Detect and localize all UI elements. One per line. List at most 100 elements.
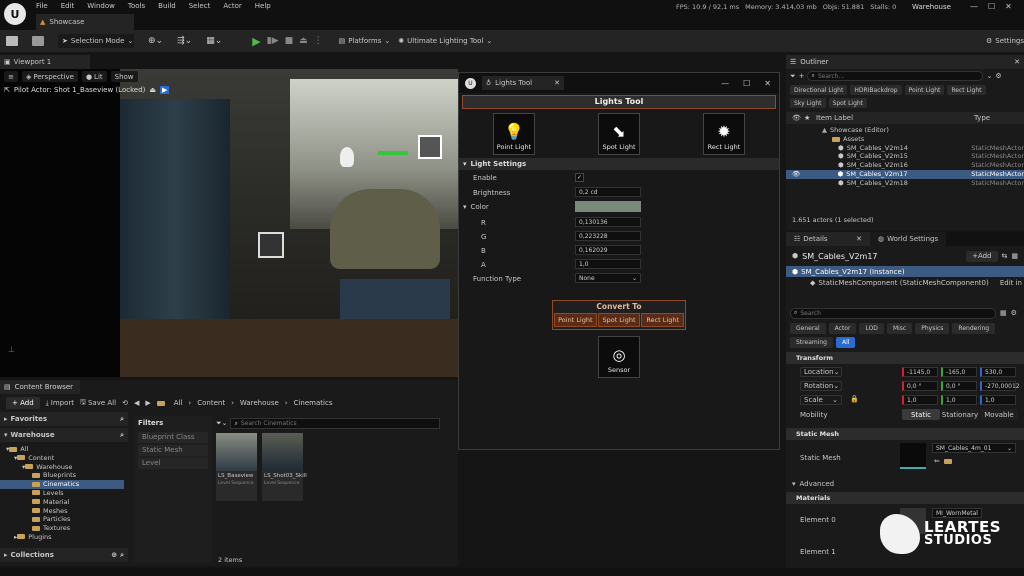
lights-tool-tab[interactable]: ♁ Lights Tool ✕ <box>482 76 564 90</box>
asset-search-input[interactable]: ⌕ Search Cinematics <box>230 418 441 429</box>
add-component-button[interactable]: +Add <box>966 250 998 262</box>
breadcrumb-warehouse[interactable]: Warehouse <box>240 399 279 407</box>
warehouse-header[interactable]: ▾ Warehouse ⌕ <box>0 428 128 442</box>
add-collection-icon[interactable]: ⊕ <box>111 551 117 559</box>
camera-icon[interactable]: ▶ <box>160 86 170 94</box>
lit-button[interactable]: ● Lit <box>81 71 107 82</box>
tab-close-icon[interactable]: ✕ <box>1014 58 1020 66</box>
table-row[interactable]: ⬢ SM_Cables_V2m15 StaticMeshActor <box>786 152 1024 161</box>
rect-light-button[interactable]: ✹ Rect Light <box>703 113 745 155</box>
layout-icon[interactable]: ▦ <box>1011 252 1018 260</box>
eye-icon[interactable]: 👁 <box>792 170 838 179</box>
menu-file[interactable]: File <box>36 2 48 10</box>
filter-static-mesh[interactable]: Static Mesh <box>138 445 208 456</box>
tree-item-plugins[interactable]: ▸ Plugins <box>0 533 124 542</box>
table-view-icon[interactable]: ▦ <box>1000 309 1007 317</box>
filter-streaming[interactable]: Streaming <box>790 337 833 348</box>
tree-item-cinematics[interactable]: Cinematics <box>0 480 124 489</box>
gear-icon[interactable]: ⚙ <box>1011 309 1017 317</box>
lighting-tool-button[interactable]: ✺ Ultimate Lighting Tool ⌄ <box>398 37 492 45</box>
folder-icon[interactable] <box>943 458 952 464</box>
advanced-toggle[interactable]: ▾ Advanced <box>786 478 1024 490</box>
filter-lod[interactable]: LOD <box>859 323 884 334</box>
viewport-tab[interactable]: ▣ Viewport 1 <box>0 55 90 69</box>
mobility-stationary-button[interactable]: Stationary <box>941 409 979 420</box>
details-search-input[interactable]: ⌕ Search <box>790 307 996 319</box>
scale-x-field[interactable]: 1,0 <box>902 395 938 405</box>
convert-spot-light-button[interactable]: Spot Light <box>597 313 641 327</box>
tree-item-textures[interactable]: Textures <box>0 524 124 533</box>
filter-rect-light[interactable]: Rect Light <box>947 85 986 95</box>
enable-checkbox[interactable]: ✓ <box>575 173 584 182</box>
edit-in-link[interactable]: Edit in <box>1000 279 1022 287</box>
type-header[interactable]: Type <box>974 114 990 122</box>
g-field[interactable]: 0,223228 <box>575 231 641 241</box>
spot-light-button[interactable]: ⬊ Spot Light <box>598 113 640 155</box>
search-icon[interactable]: ⌕ <box>120 415 124 424</box>
blueprint-icon[interactable]: ⇶⌄ <box>177 36 192 46</box>
tree-item-warehouse[interactable]: ▾ Warehouse <box>0 463 124 472</box>
selected-light-gizmo-icon[interactable] <box>418 135 442 159</box>
menu-select[interactable]: Select <box>189 2 211 10</box>
location-z-field[interactable]: 530,0 <box>980 367 1016 377</box>
close-icon[interactable]: ✕ <box>764 79 771 88</box>
mobility-movable-button[interactable]: Movable <box>980 409 1018 420</box>
location-y-field[interactable]: -165,0 <box>941 367 977 377</box>
tree-item-blueprints[interactable]: Blueprints <box>0 471 124 480</box>
history-icon[interactable]: ⟲ <box>122 399 128 407</box>
r-field[interactable]: 0,130136 <box>575 217 641 227</box>
arrow-left-icon[interactable]: ⇐ <box>934 457 940 465</box>
light-settings-section[interactable]: ▾ Light Settings <box>459 158 779 170</box>
breadcrumb-all[interactable]: All <box>174 399 183 407</box>
static-mesh-dropdown[interactable]: SM_Cables_4m_01 ⌄ <box>932 443 1016 453</box>
b-field[interactable]: 0,162029 <box>575 245 641 255</box>
filter-rendering[interactable]: Rendering <box>952 323 996 334</box>
location-dropdown[interactable]: Location ⌄ <box>800 367 842 377</box>
tab-details[interactable]: ☷ Details ✕ <box>786 232 870 246</box>
light-gizmo-icon[interactable] <box>258 232 284 258</box>
rotation-dropdown[interactable]: Rotation ⌄ <box>800 381 842 391</box>
add-button[interactable]: + Add <box>6 397 40 409</box>
blueprint-icon[interactable]: ⇆ <box>1002 252 1008 260</box>
import-button[interactable]: ⤓ Import <box>46 399 74 408</box>
breadcrumb-content[interactable]: Content <box>197 399 225 407</box>
tree-item-content[interactable]: ▾ Content <box>0 454 124 463</box>
doc-tab[interactable]: ▲ Showcase <box>36 14 134 30</box>
sensor-button[interactable]: ◎ Sensor <box>598 336 640 378</box>
settings-button[interactable]: ⚙ Settings <box>986 37 1024 45</box>
unreal-logo-icon[interactable]: U <box>4 3 26 25</box>
show-button[interactable]: Show <box>110 71 138 82</box>
convert-rect-light-button[interactable]: Rect Light <box>641 313 685 327</box>
filter-directional-light[interactable]: Directional Light <box>790 85 848 95</box>
chevron-down-icon[interactable]: ▾ <box>463 203 467 211</box>
play-icon[interactable]: ▶ <box>252 35 260 48</box>
table-row[interactable]: ⬢ SM_Cables_V2m16 StaticMeshActor <box>786 161 1024 170</box>
tree-item-all[interactable]: ▾ All <box>0 445 124 454</box>
transform-section[interactable]: Transform <box>786 352 1024 364</box>
menu-edit[interactable]: Edit <box>61 2 75 10</box>
rotation-x-field[interactable]: 0,0 ° <box>902 381 938 391</box>
filter-physics[interactable]: Physics <box>915 323 950 334</box>
close-icon[interactable]: ✕ <box>1005 2 1012 11</box>
search-icon[interactable]: ⌕ <box>120 431 124 440</box>
tree-item-particles[interactable]: Particles <box>0 515 124 524</box>
transform-gizmo-icon[interactable] <box>378 151 408 155</box>
platforms-button[interactable]: ▤ Platforms ⌄ <box>339 37 391 45</box>
brightness-field[interactable]: 0,2 cd <box>575 187 641 197</box>
eject-small-icon[interactable]: ⏏ <box>149 86 156 94</box>
perspective-button[interactable]: ◈ Perspective <box>22 71 78 82</box>
menu-window[interactable]: Window <box>87 2 115 10</box>
tab-close-icon[interactable]: ✕ <box>554 79 560 87</box>
filter-hdri-backdrop[interactable]: HDRIBackdrop <box>850 85 902 95</box>
viewport-menu-button[interactable]: ≡ <box>4 71 18 82</box>
instance-row[interactable]: ⬢ SM_Cables_V2m17 (Instance) <box>786 266 1024 277</box>
tab-close-icon[interactable]: ✕ <box>856 235 862 243</box>
location-x-field[interactable]: -1145,0 <box>902 367 938 377</box>
stop-icon[interactable]: ■ <box>285 36 294 46</box>
tree-item-material[interactable]: Material <box>0 498 124 507</box>
gear-icon[interactable]: ⚙ <box>995 72 1001 80</box>
browse-icon[interactable] <box>32 36 44 46</box>
filter-spot-light[interactable]: Spot Light <box>828 98 868 108</box>
maximize-icon[interactable]: ☐ <box>743 79 750 88</box>
back-icon[interactable]: ◀ <box>134 399 139 407</box>
